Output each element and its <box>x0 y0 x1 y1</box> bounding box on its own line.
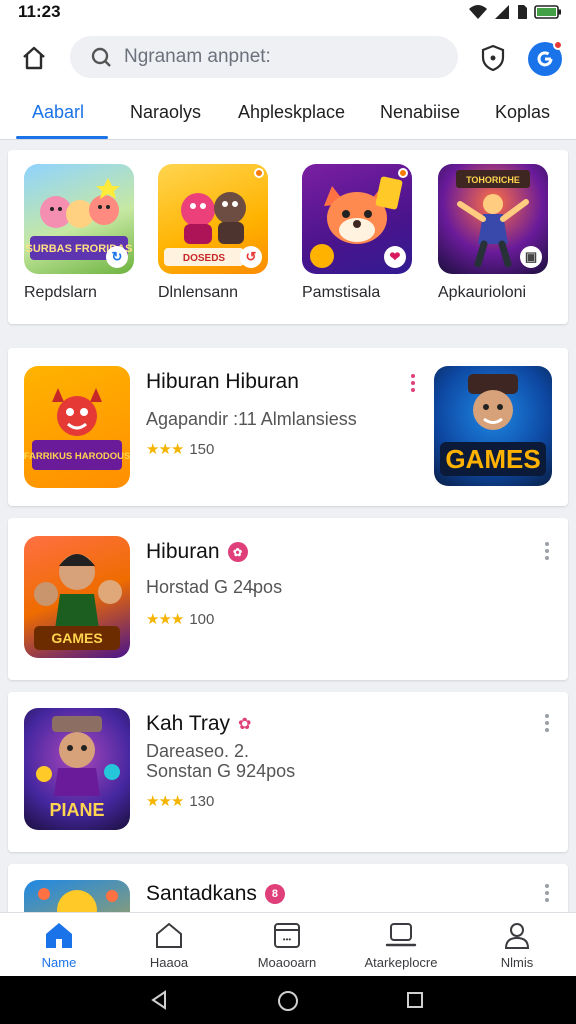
top-app-bar <box>0 26 576 90</box>
tab-ahpleskplace[interactable]: Ahpleskplace <box>238 102 345 123</box>
category-tabs: Aabarl Naraolys Ahpleskplace Nenabiise K… <box>0 90 576 140</box>
person-icon <box>504 923 530 949</box>
update-dot <box>254 168 264 178</box>
nav-item-name[interactable]: Name <box>4 919 114 970</box>
more-options-button[interactable] <box>540 712 554 734</box>
devil-mascot-art: FARRIKUS HARODOUS <box>24 388 130 470</box>
app-title: Hiburan ✿ <box>146 540 248 564</box>
icon-caption: FARRIKUS HARODOUS <box>24 451 130 462</box>
tab-koplas[interactable]: Koplas <box>495 102 550 123</box>
featured-app-4[interactable]: TOHORICHE ▣ Apkaurioloni <box>438 164 550 302</box>
notification-dot <box>553 40 563 50</box>
svg-text:•••: ••• <box>283 935 292 944</box>
featured-app-1[interactable]: SURBAS FRORIDAS ↻ Repdslarn <box>24 164 136 302</box>
app-thumbnail: TOHORICHE ▣ <box>438 164 548 274</box>
app-list-card[interactable]: GAMES Hiburan ✿ Horstad G 24̴pos ★★★ 100 <box>8 518 568 680</box>
app-subtitle: Agapandir :11 Almlansiess <box>146 409 357 429</box>
app-title: Hiburan Hiburan <box>146 370 299 393</box>
app-thumbnail: DOSEDS ↺ <box>158 164 268 274</box>
google-account-icon <box>537 51 553 67</box>
home-button[interactable] <box>14 40 54 76</box>
featured-app-name: Pamstisala <box>302 284 381 301</box>
status-icons <box>468 4 562 20</box>
battery-icon <box>534 5 561 19</box>
more-options-button[interactable] <box>406 372 420 394</box>
rating-stars-icon: ★★★ <box>146 611 184 628</box>
app-rating: ★★★ 150 <box>146 440 215 459</box>
app-badge-icon: ▣ <box>520 246 542 268</box>
home-circle-icon[interactable] <box>277 990 299 1012</box>
app-title: Kah Tray ✿ <box>146 712 252 735</box>
nav-item-atarkeplocre[interactable]: Atarkeplocre <box>346 919 456 970</box>
calendar-icon: ••• <box>274 923 300 948</box>
thumb-caption: TOHORICHE <box>466 175 520 185</box>
app-icon: PIANE <box>24 708 130 830</box>
recents-icon[interactable] <box>405 990 425 1010</box>
app-subtitle: Horstad G 24̴pos <box>146 577 283 597</box>
nav-item-moaooarn[interactable]: ••• Moaooarn <box>232 919 342 970</box>
search-input[interactable] <box>124 46 424 68</box>
thumb-caption: DOSEDS <box>183 253 226 264</box>
home-icon <box>46 923 72 948</box>
status-bar: 11:23 <box>0 0 576 26</box>
icon-caption: GAMES <box>51 630 102 646</box>
heroes-group-art: GAMES <box>34 554 122 650</box>
laptop-icon <box>385 923 417 947</box>
app-thumbnail: SURBAS FRORIDAS ↻ <box>24 164 134 274</box>
featured-app-name: Dlnlensann <box>158 284 239 301</box>
app-rating: ★★★ 100 <box>146 610 215 629</box>
app-icon: FARRIKUS HARODOUS <box>24 366 130 488</box>
search-icon <box>91 47 111 67</box>
featured-app-3[interactable]: ❤ Pamstisala <box>302 164 414 302</box>
featured-app-name: Apkaurioloni <box>438 284 527 301</box>
tab-aabarl[interactable]: Aabarl <box>32 102 84 123</box>
app-list-card[interactable]: PIANE Kah Tray ✿ Dareaseo. 2. Sonstan G 9… <box>8 692 568 852</box>
app-subtitle-secondary: Sonstan G 924pos <box>146 761 296 781</box>
notification-badge: 8 <box>264 884 285 904</box>
app-thumbnail: ❤ <box>302 164 412 274</box>
tab-naraolys[interactable]: Naraolys <box>130 102 201 123</box>
more-options-button[interactable] <box>540 882 554 904</box>
system-navigation-bar <box>0 976 576 1024</box>
featured-app-name: Repdslarn <box>24 284 97 301</box>
flower-badge-icon: ✿ <box>238 716 252 733</box>
rating-stars-icon: ★★★ <box>146 441 184 458</box>
app-badge-icon: ❤ <box>384 246 406 268</box>
app-rating: ★★★ 130 <box>146 792 215 811</box>
featured-app-2[interactable]: DOSEDS ↺ Dlnlensann <box>158 164 270 302</box>
app-title: Santadkans 8 <box>146 882 285 906</box>
signal-icon <box>495 5 509 19</box>
nav-item-nlmis[interactable]: Nlmis <box>462 919 572 970</box>
back-icon[interactable] <box>150 990 170 1010</box>
app-promo-image: GAMES <box>434 366 552 486</box>
rating-stars-icon: ★★★ <box>146 793 184 810</box>
wifi-icon <box>469 5 487 19</box>
search-bar[interactable] <box>70 36 458 78</box>
status-time: 11:23 <box>18 2 61 21</box>
home-outline-icon <box>23 46 45 70</box>
app-badge-icon: ↻ <box>106 246 128 268</box>
play-protect-button[interactable] <box>476 40 510 76</box>
nav-item-haaoa[interactable]: Haaoa <box>114 919 224 970</box>
app-list-card[interactable]: FARRIKUS HARODOUS Hiburan Hiburan Agapan… <box>8 348 568 506</box>
more-options-button[interactable] <box>540 540 554 562</box>
games-hero-art: GAMES <box>440 374 546 476</box>
tab-nenabiise[interactable]: Nenabiise <box>380 102 460 123</box>
update-dot <box>398 168 408 178</box>
piane-hero-art: PIANE <box>36 716 120 820</box>
verified-badge-icon: ✿ <box>227 542 248 562</box>
promo-caption: GAMES <box>445 444 540 474</box>
sim-icon <box>518 5 527 19</box>
app-icon: GAMES <box>24 536 130 658</box>
bottom-navigation: Name Haaoa ••• Moaooarn Atarkeplocre Nlm… <box>0 912 576 976</box>
shield-icon <box>481 44 505 72</box>
account-avatar-button[interactable] <box>528 40 563 76</box>
featured-apps-card: SURBAS FRORIDAS ↻ Repdslarn DOSEDS ↺ Dln… <box>8 150 568 324</box>
house-outline-icon <box>156 922 182 948</box>
app-badge-icon: ↺ <box>240 246 262 268</box>
icon-caption: PIANE <box>49 800 104 820</box>
active-tab-indicator <box>16 136 108 139</box>
